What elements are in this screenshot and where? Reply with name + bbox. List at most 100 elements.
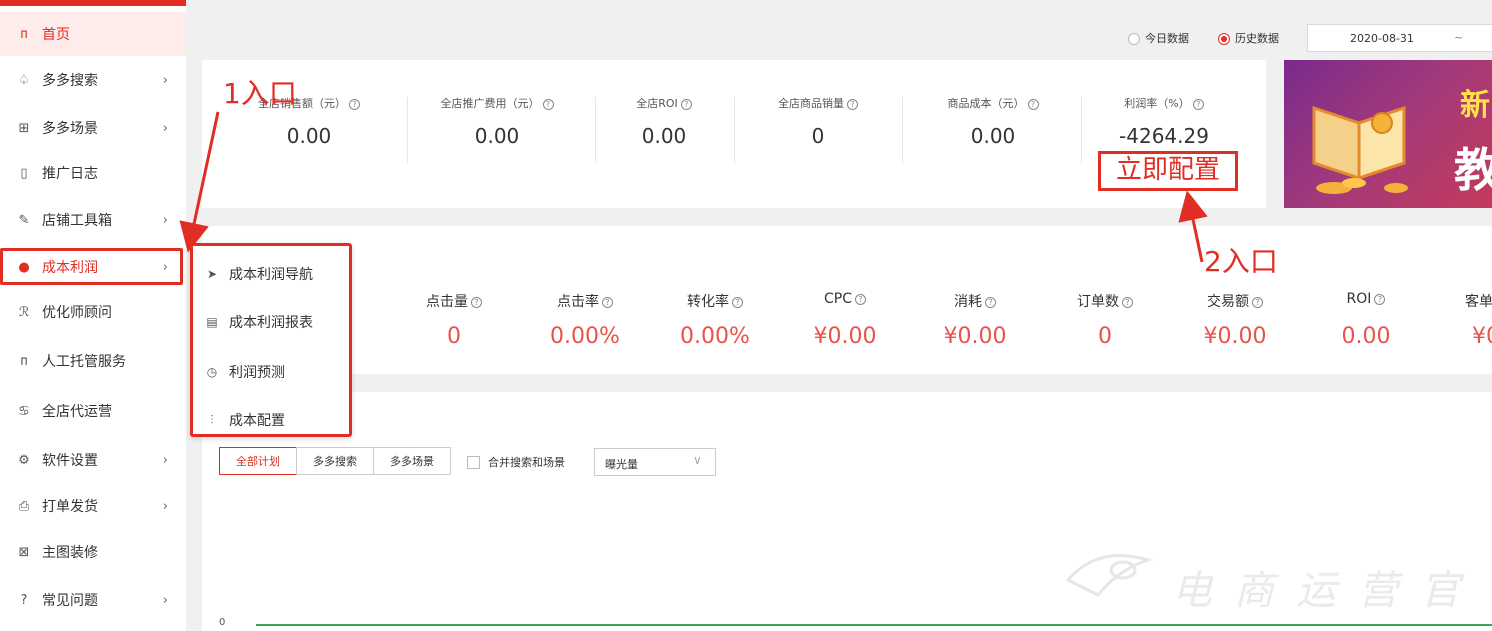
user-icon: ᴨ bbox=[20, 26, 28, 42]
help-icon[interactable]: ? bbox=[602, 296, 613, 308]
sidebar-item-4[interactable]: ✎ 店铺工具箱 › bbox=[0, 198, 186, 242]
gear-icon: ⚙ bbox=[18, 452, 30, 468]
stat-value: 0 bbox=[811, 124, 825, 148]
help-icon[interactable]: ? bbox=[471, 296, 482, 308]
sidebar-item-0[interactable]: ᴨ 首页 bbox=[0, 12, 186, 56]
sliders-icon: ⫶ bbox=[210, 412, 214, 427]
help-icon[interactable]: ? bbox=[1192, 98, 1204, 110]
metric-value: ¥0 bbox=[1472, 324, 1492, 349]
sidebar-item-label: 人工托管服务 bbox=[42, 354, 126, 370]
today-radio-dot[interactable] bbox=[1128, 33, 1140, 45]
clipboard-chart-icon: ▤ bbox=[206, 315, 218, 329]
annotation-entry-2: 2入口 bbox=[1204, 245, 1278, 278]
metric-label: 点击量? bbox=[394, 291, 514, 311]
submenu-item-label: 利润预测 bbox=[229, 365, 285, 381]
sidebar-item-label: 店铺工具箱 bbox=[42, 213, 112, 229]
chevron-right-icon: › bbox=[162, 212, 168, 228]
chevron-right-icon: › bbox=[162, 498, 168, 514]
date-range-picker[interactable]: 2020-08-31 ~ bbox=[1307, 24, 1492, 52]
metric-value: ¥0.00 bbox=[813, 324, 877, 349]
metric-label-text: 点击率 bbox=[557, 294, 599, 310]
sidebar-item-8[interactable]: ♋ 全店代运营 bbox=[0, 389, 186, 433]
sidebar-item-label: 推广日志 bbox=[42, 166, 98, 182]
stat-value: 0.00 bbox=[286, 124, 332, 148]
sidebar-item-1[interactable]: ♤ 多多搜索 › bbox=[0, 58, 186, 102]
sidebar-item-label: 主图装修 bbox=[42, 545, 98, 561]
submenu-item-0[interactable]: ➤ 成本利润导航 bbox=[205, 262, 313, 286]
help-icon[interactable]: ? bbox=[680, 98, 692, 110]
sidebar-item-9[interactable]: ⚙ 软件设置 › bbox=[0, 438, 186, 482]
stat-label-text: 全店ROI bbox=[636, 97, 678, 110]
history-radio[interactable]: 历史数据 bbox=[1218, 30, 1279, 46]
sidebar-item-label: 软件设置 bbox=[42, 453, 98, 469]
sidebar-item-2[interactable]: ⊞ 多多场景 › bbox=[0, 106, 186, 150]
merge-label: 合并搜索和场景 bbox=[488, 456, 565, 469]
sidebar-item-6[interactable]: ℛ 优化师顾问 bbox=[0, 290, 186, 334]
bell-icon: ♤ bbox=[18, 72, 30, 88]
metric-label-text: 点击量 bbox=[426, 294, 468, 310]
help-icon[interactable]: ? bbox=[732, 296, 743, 308]
help-icon[interactable]: ? bbox=[847, 98, 858, 110]
clock-icon: ◷ bbox=[206, 365, 218, 379]
plan-tab-0[interactable]: 全部计划 bbox=[219, 447, 297, 475]
stat-label-text: 全店商品销量 bbox=[778, 97, 844, 110]
stat-label: 利润率（%）? bbox=[1074, 95, 1254, 111]
question-circle-icon: ? bbox=[20, 592, 28, 608]
chevron-right-icon: › bbox=[162, 120, 168, 136]
today-radio[interactable]: 今日数据 bbox=[1128, 30, 1189, 46]
metric-select[interactable]: 曝光量 ∨ bbox=[594, 448, 716, 476]
metric-value: 0.00 bbox=[1341, 324, 1391, 349]
promo-banner[interactable]: 新 教 bbox=[1284, 60, 1492, 208]
submenu-item-2[interactable]: ◷ 利润预测 bbox=[205, 360, 285, 384]
metric-label-text: 交易额 bbox=[1207, 294, 1249, 310]
merge-search-scene-checkbox[interactable]: 合并搜索和场景 bbox=[467, 454, 565, 470]
navigation-arrow-icon: ➤ bbox=[206, 267, 218, 281]
stat-value: 0.00 bbox=[641, 124, 687, 148]
wrench-icon: ✎ bbox=[18, 212, 30, 228]
sidebar-item-10[interactable]: ⎙ 打单发货 › bbox=[0, 484, 186, 528]
help-icon[interactable]: ? bbox=[542, 98, 554, 110]
handshake-icon: ♋ bbox=[18, 403, 30, 419]
sidebar-item-3[interactable]: ▯ 推广日志 bbox=[0, 151, 186, 195]
banner-text-2: 教 bbox=[1454, 143, 1492, 197]
checkbox-box[interactable] bbox=[467, 455, 480, 469]
plan-tab-1[interactable]: 多多搜索 bbox=[296, 447, 374, 475]
plan-tab-2[interactable]: 多多场景 bbox=[373, 447, 451, 475]
sidebar-item-12[interactable]: ? 常见问题 › bbox=[0, 578, 186, 622]
help-icon[interactable]: ? bbox=[1252, 296, 1263, 308]
help-icon[interactable]: ? bbox=[349, 98, 360, 110]
configure-now-link[interactable]: 立即配置 bbox=[1098, 151, 1238, 191]
help-icon[interactable]: ? bbox=[985, 296, 996, 308]
sidebar-item-label: 首页 bbox=[42, 27, 70, 43]
metric-label-text: 消耗 bbox=[954, 294, 982, 310]
cost-profit-submenu: ➤ 成本利润导航 ▤ 成本利润报表 ◷ 利润预测 ⫶ 成本配置 bbox=[190, 243, 352, 437]
chevron-right-icon: › bbox=[162, 72, 168, 88]
grid-icon: ⊞ bbox=[18, 120, 30, 136]
watermark-logo-icon bbox=[1065, 554, 1153, 597]
date-separator: ~ bbox=[1454, 31, 1464, 44]
history-radio-dot[interactable] bbox=[1218, 33, 1230, 45]
stat-value: 0.00 bbox=[474, 124, 520, 148]
sidebar-item-7[interactable]: ᴨ 人工托管服务 bbox=[0, 339, 186, 383]
submenu-item-3[interactable]: ⫶ 成本配置 bbox=[205, 408, 285, 432]
metric-label-text: ROI bbox=[1346, 291, 1372, 307]
printer-icon: ⎙ bbox=[18, 498, 30, 514]
metric-label: 交易额? bbox=[1175, 291, 1295, 311]
sidebar-item-11[interactable]: ⊠ 主图装修 bbox=[0, 530, 186, 574]
metric-label-text: 订单数 bbox=[1077, 294, 1119, 310]
help-icon[interactable]: ? bbox=[1122, 296, 1133, 308]
book-icon bbox=[1312, 105, 1408, 194]
metric-label: 消耗? bbox=[915, 291, 1035, 311]
help-icon[interactable]: ? bbox=[1374, 293, 1386, 305]
sidebar-item-label: 打单发货 bbox=[42, 499, 98, 515]
chevron-right-icon: › bbox=[162, 592, 168, 608]
metric-value: ¥0.00 bbox=[943, 324, 1007, 349]
stat-label: 全店商品销量? bbox=[728, 95, 908, 111]
chevron-down-icon: ∨ bbox=[693, 453, 702, 467]
metric-label-text: CPC bbox=[824, 291, 852, 307]
sidebar-item-label: 多多搜索 bbox=[42, 73, 98, 89]
help-icon[interactable]: ? bbox=[1027, 98, 1039, 110]
person-icon: ᴨ bbox=[20, 353, 28, 369]
help-icon[interactable]: ? bbox=[855, 293, 866, 305]
submenu-item-1[interactable]: ▤ 成本利润报表 bbox=[205, 310, 313, 334]
